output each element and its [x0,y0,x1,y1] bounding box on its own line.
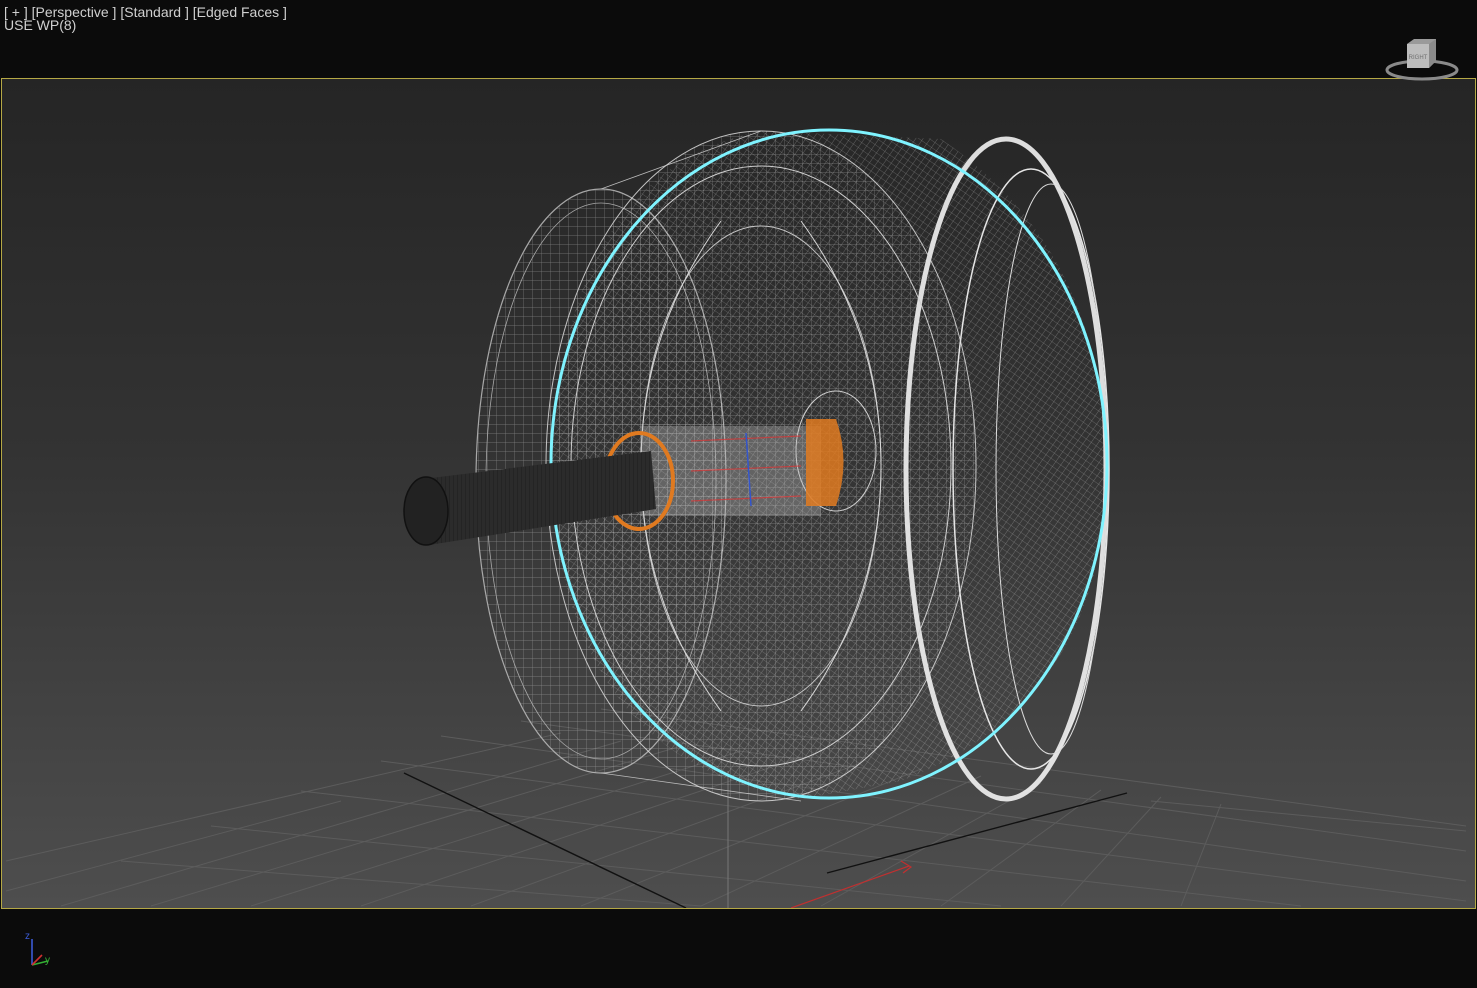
viewcube-face-label: RIGHT [1409,55,1428,61]
scene-canvas [5,128,1467,908]
viewport-status-text: USE WP(8) [4,17,77,33]
viewcube-icon[interactable]: RIGHT [1384,36,1460,82]
viewport-menu-shading[interactable]: [Standard ] [120,4,189,20]
axis-z-label: z [25,931,30,942]
axis-y-label: y [45,955,50,966]
perspective-viewport[interactable] [1,78,1476,909]
viewport-menu-edged-faces[interactable]: [Edged Faces ] [193,4,287,20]
axis-tripod-icon: z y [25,931,50,966]
bearing-front [806,419,844,506]
